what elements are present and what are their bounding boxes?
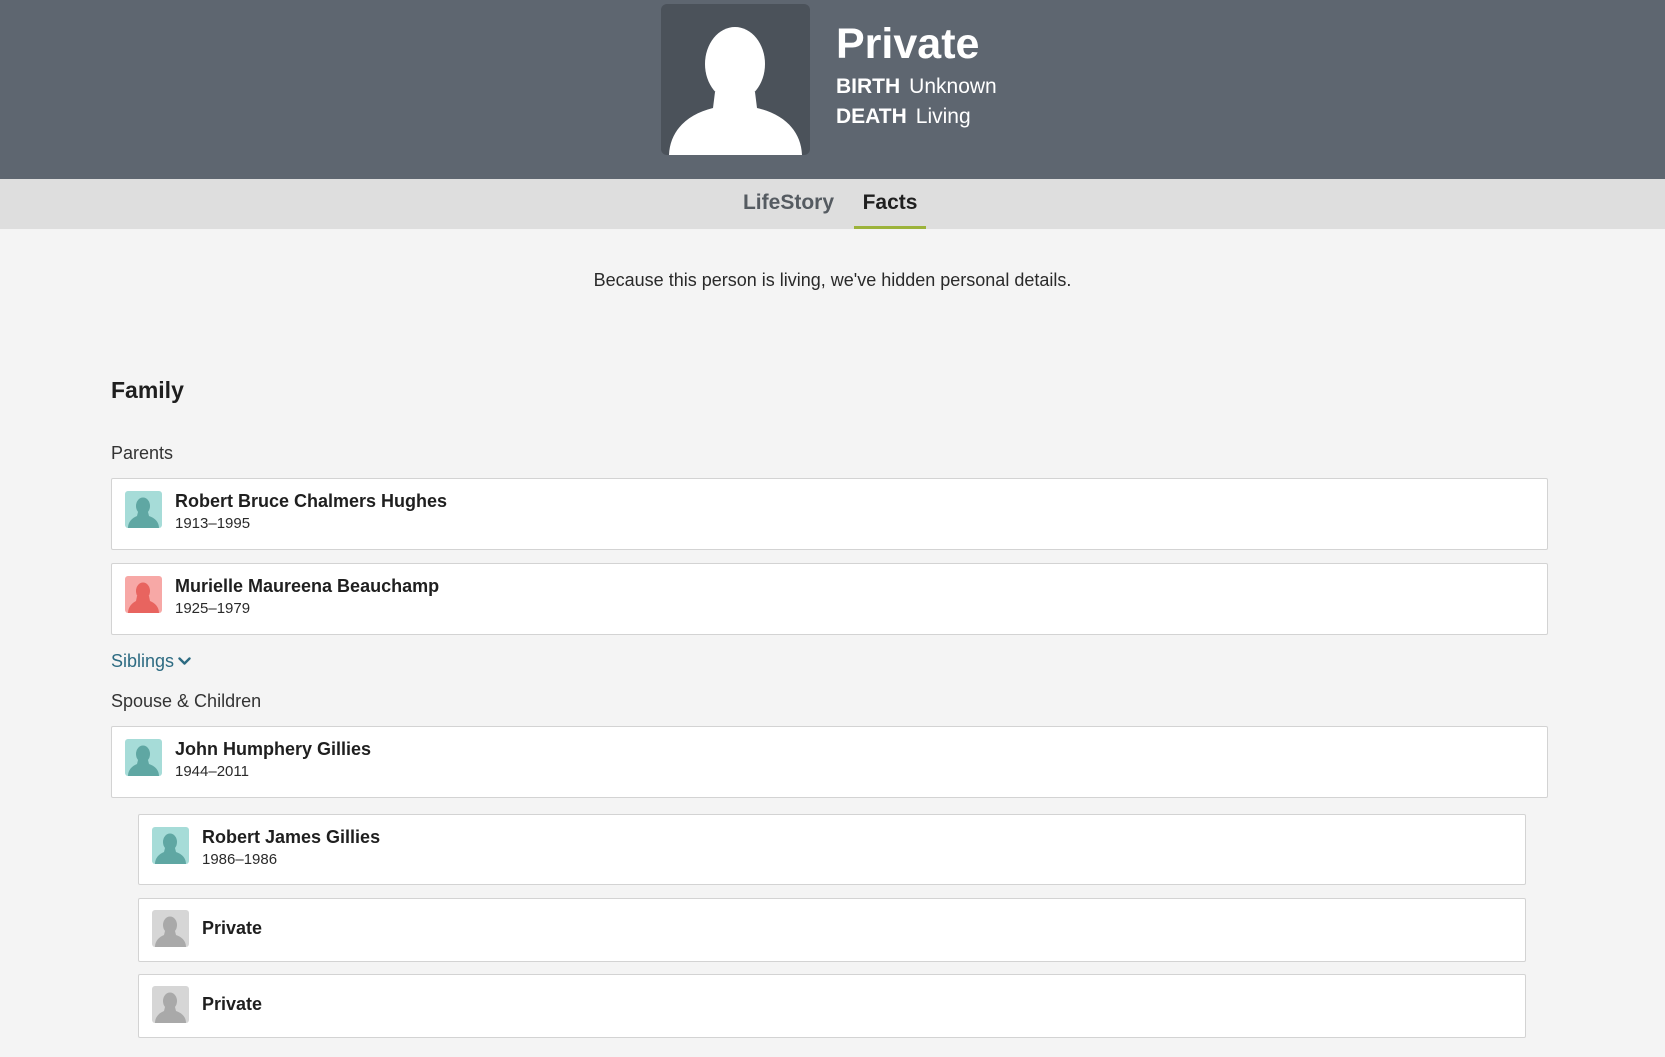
child-card[interactable]: Robert James Gillies 1986–1986 [138, 814, 1526, 885]
silhouette-icon [669, 27, 802, 155]
person-name: Robert Bruce Chalmers Hughes [175, 491, 448, 511]
siblings-toggle[interactable]: Siblings [111, 648, 191, 674]
avatar [125, 576, 162, 613]
birth-label: BIRTH [836, 75, 901, 98]
person-dates: 1986–1986 [202, 851, 278, 868]
parent-card-mother[interactable]: Murielle Maureena Beauchamp 1925–1979 [111, 563, 1548, 635]
tab-bar: LifeStory Facts [0, 179, 1665, 229]
death-fact: DEATH Living [836, 103, 971, 131]
spouse-card[interactable]: John Humphery Gillies 1944–2011 [111, 726, 1548, 798]
siblings-label: Siblings [111, 651, 175, 671]
person-name: Murielle Maureena Beauchamp [175, 576, 440, 596]
tab-lifestory[interactable]: LifeStory [730, 179, 847, 229]
death-label: DEATH [836, 105, 907, 128]
person-dates: 1944–2011 [175, 763, 249, 780]
tab-facts[interactable]: Facts [854, 179, 926, 229]
death-value: Living [915, 105, 971, 128]
male-silhouette-icon [128, 497, 159, 528]
avatar [152, 910, 189, 947]
profile-photo[interactable] [661, 4, 810, 155]
birth-fact: BIRTH Unknown [836, 73, 997, 101]
avatar [125, 739, 162, 776]
person-name: John Humphery Gillies [175, 739, 372, 759]
parents-label: Parents [111, 443, 174, 463]
birth-value: Unknown [909, 75, 997, 98]
child-card-private[interactable]: Private [138, 974, 1526, 1038]
person-dates: 1925–1979 [175, 600, 251, 617]
avatar [125, 491, 162, 528]
person-header: Private BIRTH Unknown DEATH Living [0, 0, 1665, 179]
person-name: Robert James Gillies [202, 827, 381, 847]
person-dates: 1913–1995 [175, 515, 251, 532]
female-silhouette-icon [128, 582, 159, 613]
person-name: Private [836, 20, 980, 68]
unknown-silhouette-icon [155, 916, 186, 947]
child-card-private[interactable]: Private [138, 898, 1526, 962]
spouse-children-label: Spouse & Children [111, 691, 262, 711]
chevron-down-icon [178, 656, 191, 665]
avatar [152, 827, 189, 864]
avatar [152, 986, 189, 1023]
person-name: Private [202, 994, 263, 1014]
person-name: Private [202, 918, 263, 938]
male-silhouette-icon [155, 833, 186, 864]
privacy-notice: Because this person is living, we've hid… [593, 270, 1072, 290]
family-heading: Family [111, 377, 184, 403]
male-silhouette-icon [128, 745, 159, 776]
parent-card-father[interactable]: Robert Bruce Chalmers Hughes 1913–1995 [111, 478, 1548, 550]
unknown-silhouette-icon [155, 992, 186, 1023]
